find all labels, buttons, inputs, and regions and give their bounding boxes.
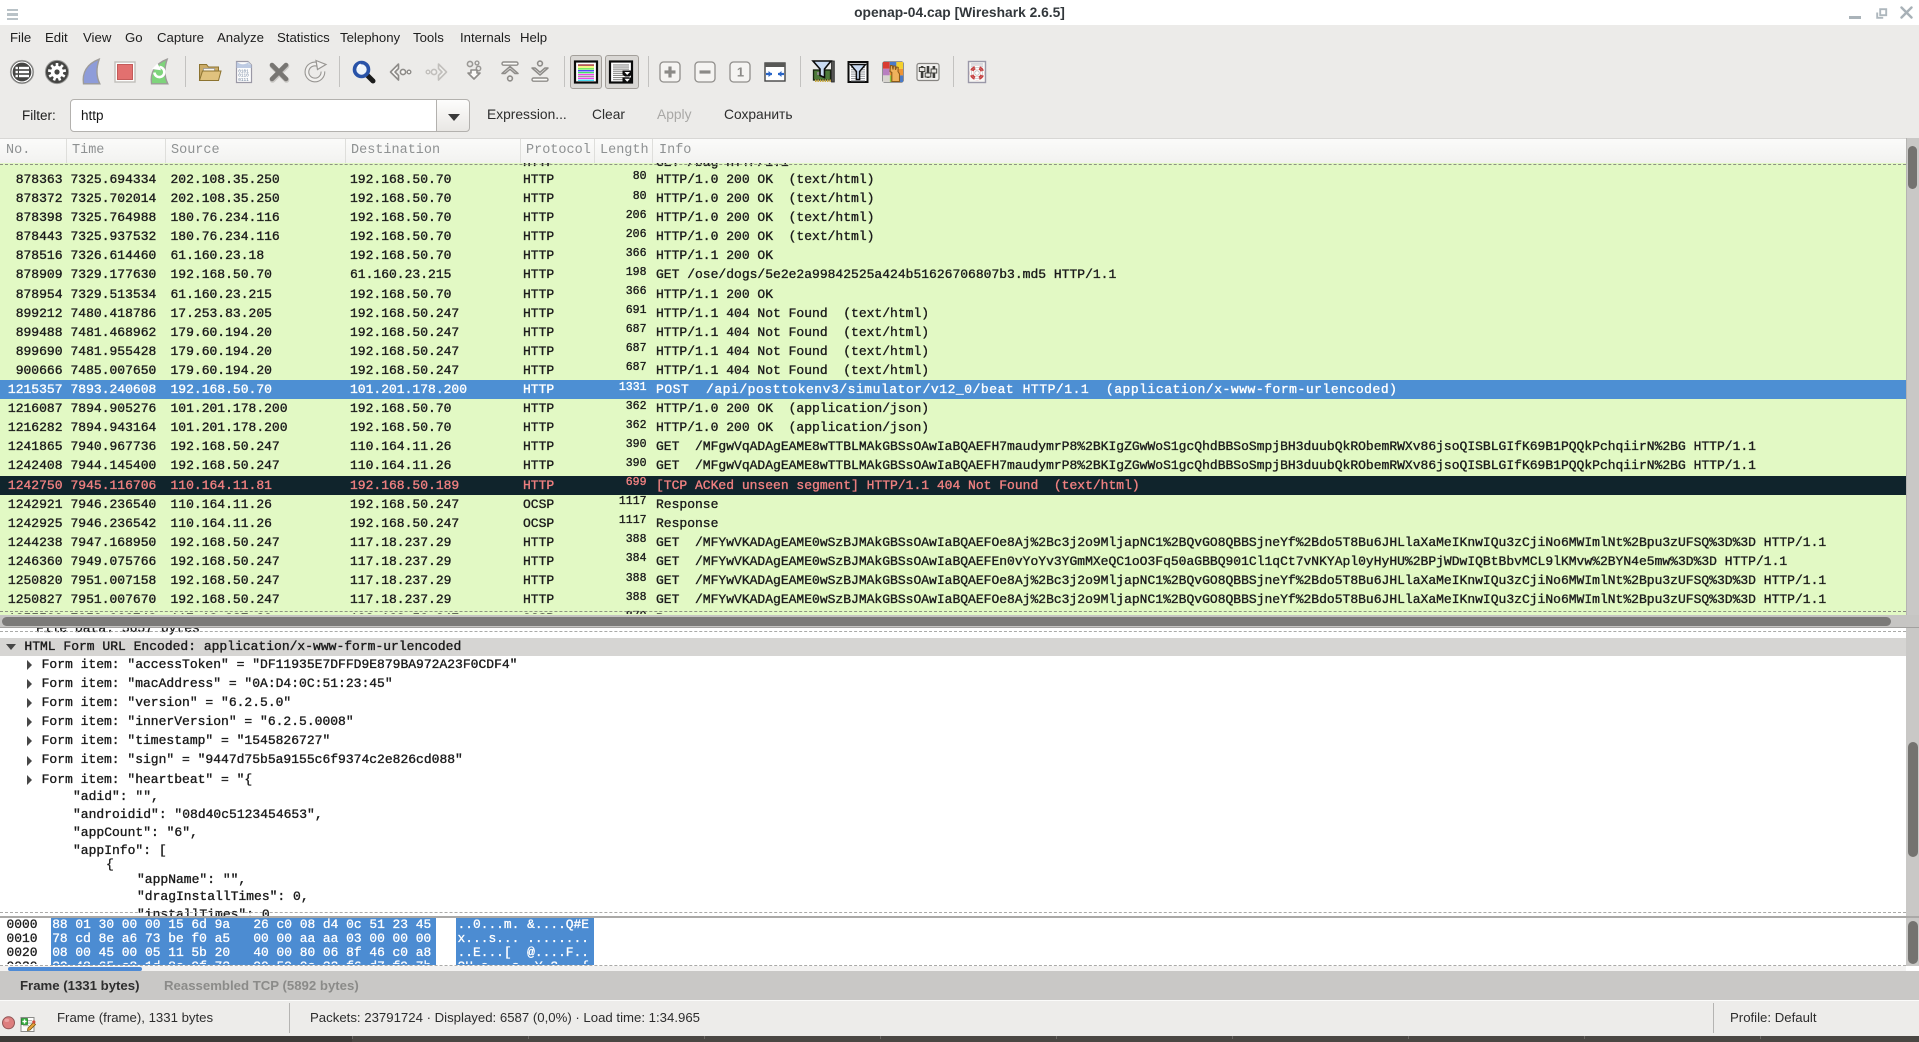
svg-text:1: 1 — [737, 64, 744, 79]
svg-text:0111: 0111 — [238, 77, 249, 82]
